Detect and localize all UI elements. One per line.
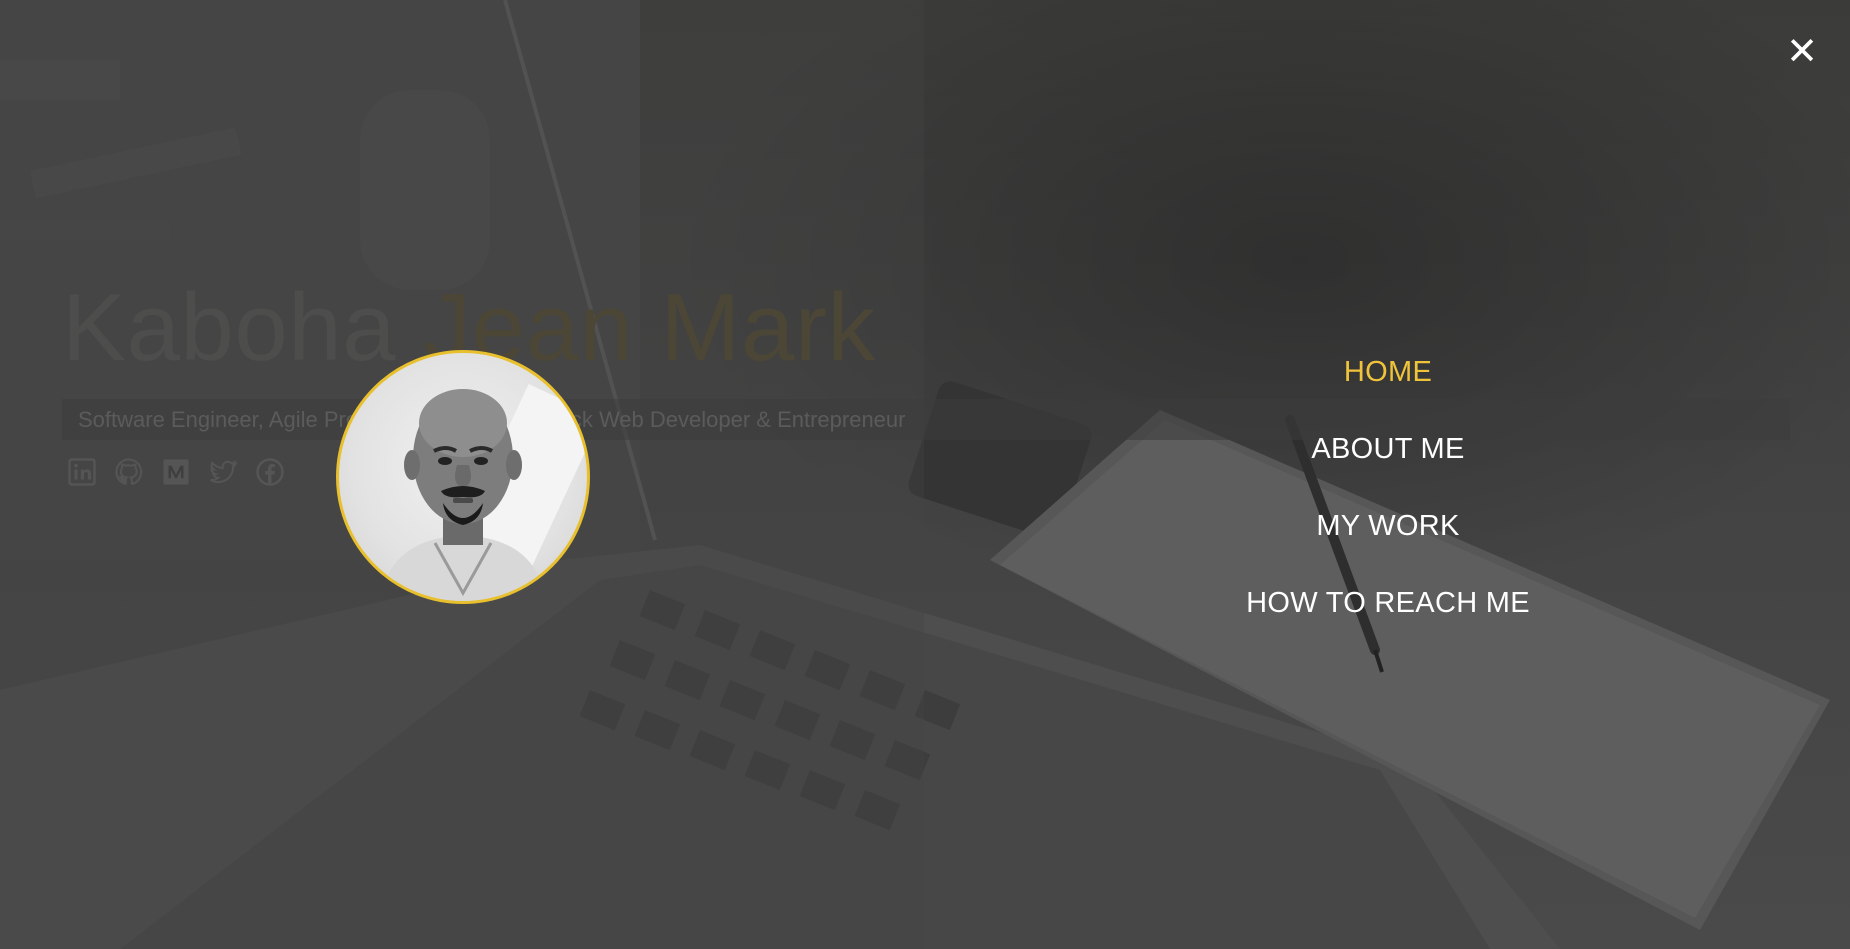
- github-link[interactable]: [113, 456, 145, 488]
- close-icon: ✕: [1786, 31, 1818, 73]
- twitter-icon: [209, 459, 238, 484]
- nav-item-about-me[interactable]: ABOUT ME: [1311, 411, 1464, 488]
- linkedin-icon: [68, 458, 96, 486]
- overlay-nav-menu: HOME ABOUT ME MY WORK HOW TO REACH ME: [1088, 334, 1688, 642]
- github-icon: [115, 458, 143, 485]
- facebook-icon: [256, 458, 284, 486]
- nav-item-how-to-reach-me[interactable]: HOW TO REACH ME: [1246, 565, 1530, 642]
- nav-item-home[interactable]: HOME: [1344, 334, 1432, 411]
- linkedin-link[interactable]: [66, 456, 98, 488]
- hero-first-name: Kaboha: [62, 274, 396, 381]
- facebook-link[interactable]: [254, 456, 286, 488]
- twitter-link[interactable]: [207, 456, 239, 488]
- social-links: [66, 456, 286, 488]
- medium-link[interactable]: [160, 456, 192, 488]
- profile-photo: [379, 384, 587, 601]
- close-menu-button[interactable]: ✕: [1784, 31, 1820, 73]
- profile-avatar: [336, 350, 590, 604]
- menu-overlay-page: Kaboha Jean Mark Software Engineer, Agil…: [0, 0, 1850, 949]
- medium-icon: [163, 459, 189, 485]
- nav-item-my-work[interactable]: MY WORK: [1316, 488, 1459, 565]
